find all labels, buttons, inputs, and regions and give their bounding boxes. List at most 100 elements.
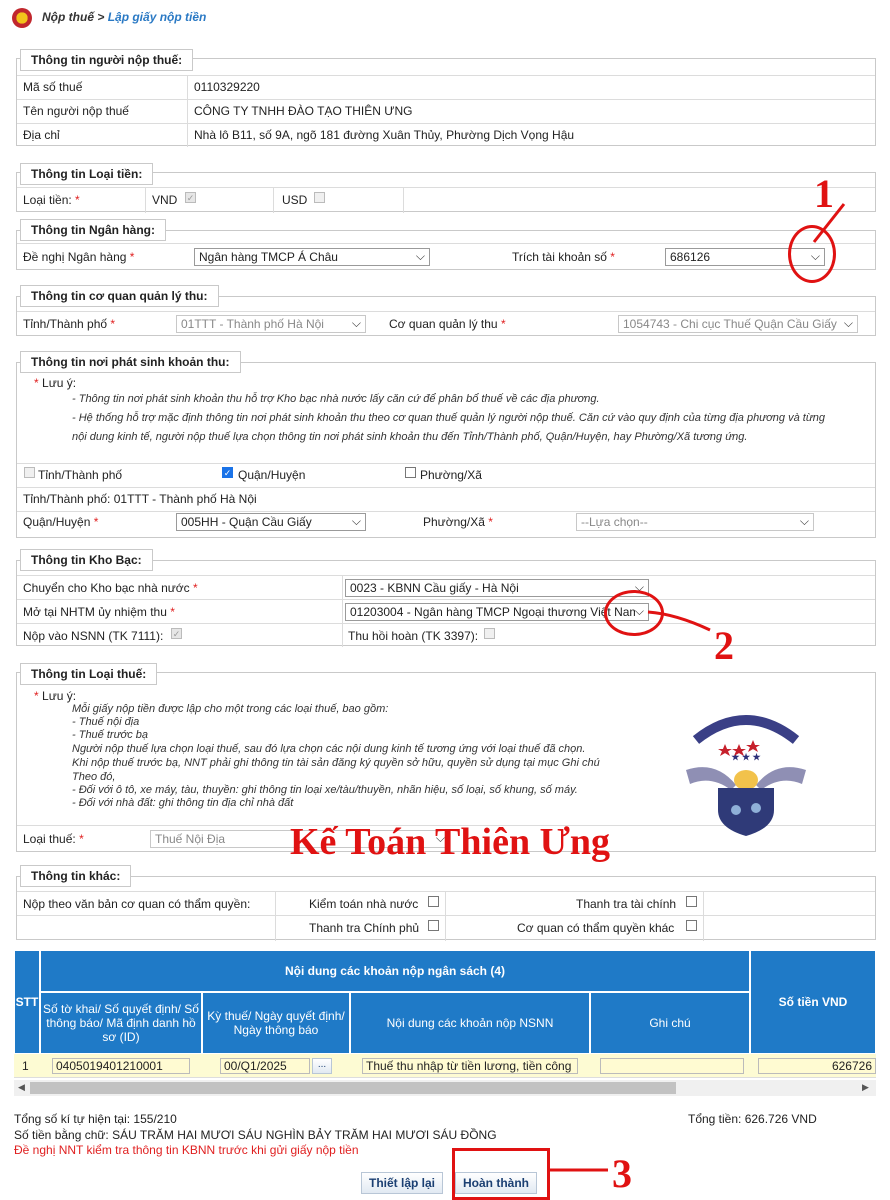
chevron-down-icon: ⌵ [351,514,361,528]
treasury-transfer-select[interactable]: 0023 - KBNN Cầu giấy - Hà Nội ⌵ [345,579,649,597]
row-document-input[interactable]: 0405019401210001 [52,1058,190,1074]
row-note-input[interactable] [600,1058,744,1074]
col-document-no: Số tờ khai/ Số quyết định/ Số thông báo/… [40,992,202,1054]
district-label: Quận/Huyện * [23,515,99,529]
breadcrumb-root[interactable]: Nộp thuế [42,10,94,24]
payment-table: STT Nội dung các khoản nộp ngân sách (4)… [14,950,876,1080]
chevron-down-icon: ⌵ [843,316,853,330]
annotation-arrow-1 [812,203,846,243]
origin-note-2b: nội dung kinh tế, người nộp thuế lựa chọ… [72,431,748,443]
usd-checkbox[interactable] [314,192,325,203]
row-period-input[interactable]: 00/Q1/2025 [220,1058,310,1074]
other-authority-checkbox[interactable] [686,920,697,931]
col-content: Nội dung các khoản nộp NSNN [350,992,590,1054]
taxtype-legend: Thông tin Loại thuế: [20,663,158,685]
taxtype-note-line: Khi nộp thuế trước bạ, NNT phải ghi thôn… [72,757,600,769]
state-audit-label: Kiểm toán nhà nước [309,897,419,911]
breadcrumb-current: Lập giấy nộp tiền [107,10,207,24]
top-bar: Nộp thuế > Lập giấy nộp tiền [0,0,890,34]
breadcrumb: Nộp thuế > Lập giấy nộp tiền [42,10,206,24]
scroll-left-arrow[interactable]: ◀ [18,1082,25,1093]
district-select[interactable]: 005HH - Quận Cầu Giấy ⌵ [176,513,366,531]
row-amount-input[interactable]: 626726 [758,1058,876,1074]
origin-district-checkbox[interactable]: ✓ [222,467,233,478]
other-authority-label: Cơ quan có thẩm quyền khác [517,921,675,935]
refund-checkbox[interactable] [484,628,495,639]
treasury-transfer-label: Chuyển cho Kho bạc nhà nước * [23,581,198,595]
gov-inspection-checkbox[interactable] [428,920,439,931]
origin-province-label: Tỉnh/Thành phố [38,468,123,482]
currency-legend: Thông tin Loại tiền: [20,163,154,185]
origin-province-checkbox[interactable] [24,467,35,478]
taxtype-note-line: - Đối với ô tô, xe máy, tàu, thuyền: ghi… [72,784,578,796]
thien-ung-logo: ★ ★ ★ [676,700,816,840]
currency-label: Loại tiền: * [23,193,80,207]
nsnn-checkbox[interactable]: ✓ [171,628,182,639]
vnd-checkbox[interactable]: ✓ [185,192,196,203]
origin-section [16,362,876,538]
taxtype-note-line: - Đối với nhà đất: ghi thông tin địa chỉ… [72,797,294,809]
chevron-down-icon: ⌵ [351,316,361,330]
origin-ward-checkbox[interactable] [405,467,416,478]
annotation-number-2: 2 [714,623,734,668]
col-stt: STT [14,950,40,1054]
treasury-warning: Đề nghị NNT kiểm tra thông tin KBNN trướ… [14,1143,359,1157]
origin-note-title: * Lưu ý: [34,376,77,390]
agency-select[interactable]: 1054743 - Chi cục Thuế Quận Cầu Giấy ⌵ [618,315,858,333]
taxtype-label: Loại thuế: * [23,832,84,846]
taxtype-note-title: * Lưu ý: [34,689,77,703]
taxpayer-name-label: Tên người nộp thuế [23,104,129,118]
address-value: Nhà lô B11, số 9A, ngõ 181 đường Xuân Th… [194,128,575,142]
origin-note-2a: - Hệ thống hỗ trợ mặc định thông tin nơi… [72,412,826,424]
breadcrumb-separator: > [94,10,108,24]
taxtype-note-line: - Thuế trước bạ [72,729,148,741]
finance-inspection-checkbox[interactable] [686,896,697,907]
row-stt: 1 [22,1059,29,1073]
taxtype-note-line: - Thuế nội địa [72,716,140,728]
tax-code-label: Mã số thuế [23,80,83,94]
table-scrollbar[interactable]: ◀ ▶ [14,1080,876,1096]
table-row: 1 0405019401210001 00/Q1/2025 ... Thuế t… [14,1054,876,1078]
address-label: Địa chỉ [23,128,60,142]
agency-label: Cơ quan quản lý thu * [389,317,506,331]
taxtype-note-line: Theo đó, [72,771,116,783]
bank-select[interactable]: Ngân hàng TMCP Á Châu ⌵ [194,248,430,266]
row-period-picker-button[interactable]: ... [312,1058,332,1074]
scroll-right-arrow[interactable]: ▶ [862,1082,869,1093]
bank-legend: Thông tin Ngân hàng: [20,219,166,241]
origin-province-line: Tỉnh/Thành phố: 01TTT - Thành phố Hà Nội [23,492,257,506]
annotation-arrow-2 [647,610,711,632]
amount-in-words: Số tiền bằng chữ: SÁU TRĂM HAI MƯƠI SÁU … [14,1128,497,1142]
usd-label: USD [282,193,308,207]
ward-select[interactable]: --Lựa chọn-- ⌵ [576,513,814,531]
annotation-box-3 [452,1148,550,1200]
origin-ward-label: Phường/Xã [420,468,482,482]
bank-label: Đề nghị Ngân hàng * [23,250,135,264]
nsnn-label: Nộp vào NSNN (TK 7111): [23,629,164,643]
char-count: Tổng số kí tự hiện tại: 155/210 [14,1112,177,1126]
total-amount: Tổng tiền: 626.726 VND [688,1112,817,1126]
origin-note-1: - Thông tin nơi phát sinh khoản thu hỗ t… [72,393,600,405]
scrollbar-thumb[interactable] [30,1082,676,1094]
province-select[interactable]: 01TTT - Thành phố Hà Nội ⌵ [176,315,366,333]
chevron-down-icon: ⌵ [415,249,425,263]
origin-district-label: Quận/Huyện [238,468,306,482]
refund-label: Thu hồi hoàn (TK 3397): [348,629,479,643]
treasury-legend: Thông tin Kho Bạc: [20,549,153,571]
vnd-label: VND [152,193,178,207]
taxpayer-legend: Thông tin người nộp thuế: [20,49,194,71]
row-content-input[interactable]: Thuế thu nhập từ tiền lương, tiền công [362,1058,578,1074]
col-amount: Số tiền VND [750,950,876,1054]
annotation-number-3: 3 [612,1151,632,1196]
brand-watermark-text: Kế Toán Thiên Ưng [290,821,610,863]
col-note: Ghi chú [590,992,750,1054]
treasury-open-label: Mở tại NHTM ủy nhiệm thu * [23,605,175,619]
other-legend: Thông tin khác: [20,865,132,887]
state-audit-checkbox[interactable] [428,896,439,907]
authority-doc-label: Nộp theo văn bản cơ quan có thẩm quyền: [23,897,251,911]
reset-button[interactable]: Thiết lập lại [361,1172,443,1194]
authority-legend: Thông tin cơ quan quản lý thu: [20,285,219,307]
chevron-down-icon: ⌵ [799,514,809,528]
origin-legend: Thông tin nơi phát sinh khoản thu: [20,351,241,373]
gov-inspection-label: Thanh tra Chính phủ [309,921,420,935]
